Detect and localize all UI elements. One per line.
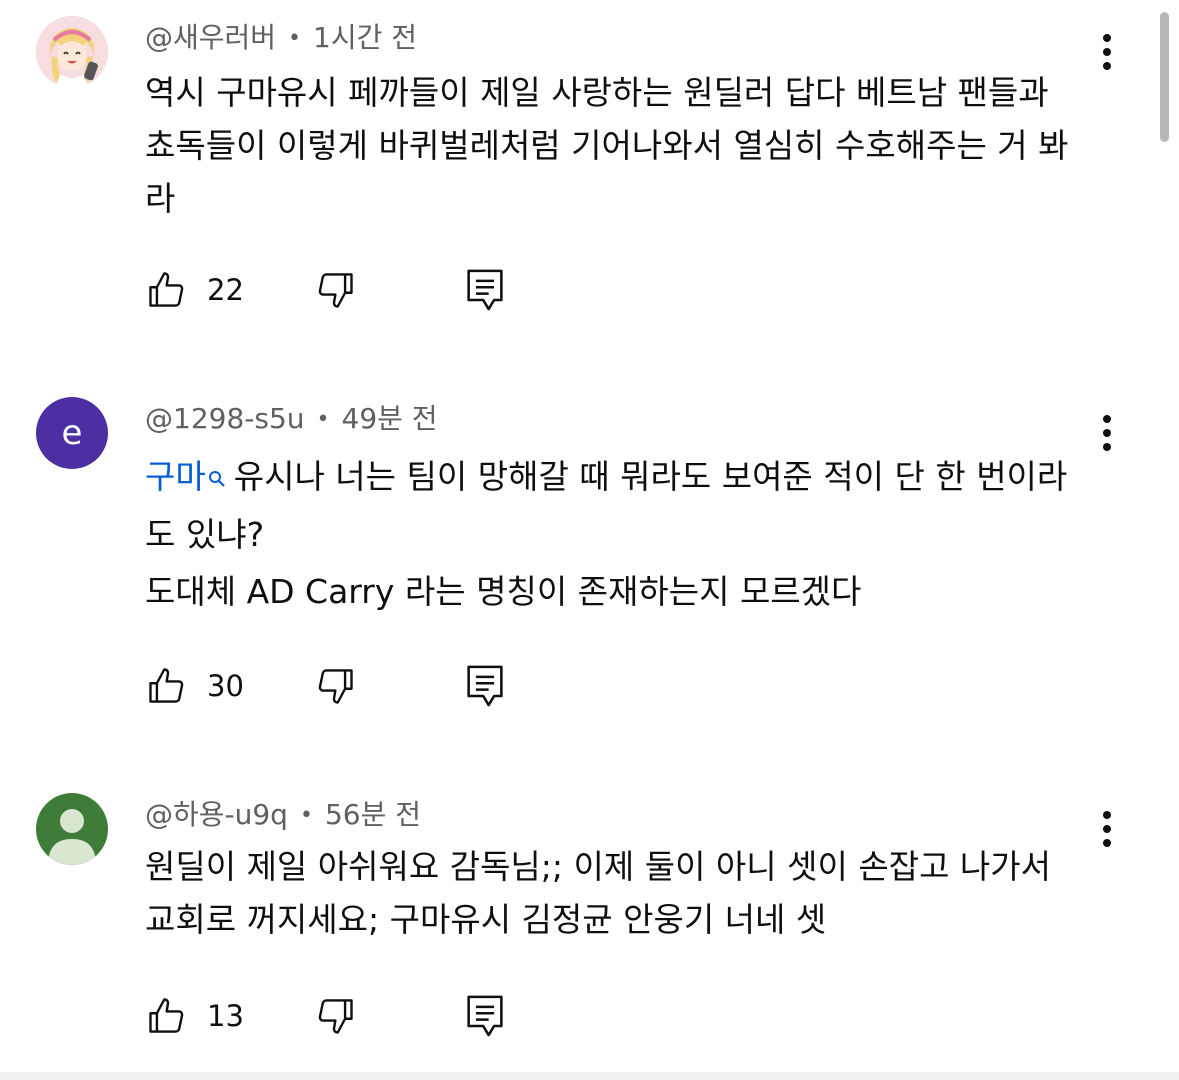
separator-dot: • (299, 803, 313, 828)
avatar[interactable] (36, 16, 108, 88)
reply-button[interactable] (465, 991, 505, 1041)
dislike-button[interactable] (313, 661, 357, 711)
more-options-button[interactable] (1090, 409, 1124, 457)
like-button[interactable]: 22 (145, 265, 244, 315)
like-button[interactable]: 13 (145, 991, 244, 1041)
reply-icon (467, 269, 503, 311)
author-name[interactable]: @하용-u9q (145, 798, 288, 831)
search-icon[interactable] (208, 448, 226, 506)
avatar[interactable] (36, 793, 108, 865)
separator-dot: • (316, 407, 330, 432)
comment-text: 구마 유시나 너는 팀이 망해갈 때 뭐라도 보여준 적이 단 한 번이라 도 있… (145, 448, 1105, 564)
comment-line: 원딜이 제일 아쉬워요 감독님;; 이제 둘이 아니 셋이 손잡고 나가서 (145, 847, 1052, 886)
comment-text: 원딜이 제일 아쉬워요 감독님;; 이제 둘이 아니 셋이 손잡고 나가서 교회… (145, 840, 1105, 946)
like-icon (149, 998, 184, 1033)
avatar[interactable]: e (36, 397, 108, 469)
default-avatar-icon (48, 809, 96, 865)
comment-text: 도대체 AD Carry 라는 명칭이 존재하는지 모르겠다 (145, 566, 1105, 618)
comment-text: 역시 구마유시 페까들이 제일 사랑하는 원딜러 답다 베트남 팬들과 쵸독들이… (145, 66, 1105, 225)
comment-actions: 13 (145, 991, 545, 1041)
like-icon (149, 668, 184, 703)
more-options-button[interactable] (1090, 805, 1124, 853)
dislike-icon (318, 999, 353, 1034)
scrollbar[interactable] (1160, 12, 1169, 142)
more-vert-icon (1103, 811, 1111, 819)
more-vert-icon (1103, 415, 1111, 423)
comments-page: @새우러버 • 1시간 전 역시 구마유시 페까들이 제일 사랑하는 원딜러 답다 … (0, 0, 1179, 1080)
like-icon (149, 272, 184, 307)
comment-line: 역시 구마유시 페까들이 제일 사랑하는 원딜러 답다 베트남 팬들과 (145, 73, 1049, 112)
avatar-illustration (36, 16, 108, 88)
comment-meta: @하용-u9q • 56분 전 (145, 797, 421, 834)
author-name[interactable]: @1298-s5u (145, 402, 305, 435)
comment-line: 도 있냐? (145, 515, 265, 554)
reply-button[interactable] (465, 265, 505, 315)
like-count: 22 (207, 273, 244, 307)
comment-time[interactable]: 49분 전 (342, 402, 438, 435)
bottom-divider (0, 1072, 1179, 1080)
more-options-button[interactable] (1090, 28, 1124, 76)
comment-time[interactable]: 56분 전 (325, 798, 421, 831)
comment-meta: @새우러버 • 1시간 전 (145, 20, 417, 57)
dislike-icon (318, 669, 353, 704)
comment-actions: 22 (145, 265, 545, 315)
author-name[interactable]: @새우러버 (145, 21, 276, 54)
like-count: 13 (207, 999, 244, 1033)
comment-time[interactable]: 1시간 전 (313, 21, 417, 54)
more-vert-icon (1103, 34, 1111, 42)
comment-line: 구마 유시나 너는 팀이 망해갈 때 뭐라도 보여준 적이 단 한 번이라 (145, 448, 1105, 506)
dislike-button[interactable] (313, 265, 357, 315)
reply-button[interactable] (465, 661, 505, 711)
separator-dot: • (288, 26, 302, 51)
comment-line: 쵸독들이 이렇게 바퀴벌레처럼 기어나와서 열심히 수호해주는 거 봐 (145, 126, 1069, 165)
reply-icon (467, 995, 503, 1037)
reply-icon (467, 665, 503, 707)
like-button[interactable]: 30 (145, 661, 244, 711)
search-link[interactable]: 구마 (145, 457, 206, 496)
avatar-letter: e (61, 413, 83, 453)
dislike-button[interactable] (313, 991, 357, 1041)
comment-meta: @1298-s5u • 49분 전 (145, 401, 438, 438)
comment-actions: 30 (145, 661, 545, 711)
like-count: 30 (207, 669, 244, 703)
dislike-icon (318, 273, 353, 308)
comment-line: 라 (145, 179, 176, 218)
comment-line: 도대체 AD Carry 라는 명칭이 존재하는지 모르겠다 (145, 572, 862, 611)
comment-line: 교회로 꺼지세요; 구마유시 김정균 안웅기 너네 셋 (145, 900, 827, 939)
comment-line-text: 유시나 너는 팀이 망해갈 때 뭐라도 보여준 적이 단 한 번이라 (233, 457, 1068, 496)
